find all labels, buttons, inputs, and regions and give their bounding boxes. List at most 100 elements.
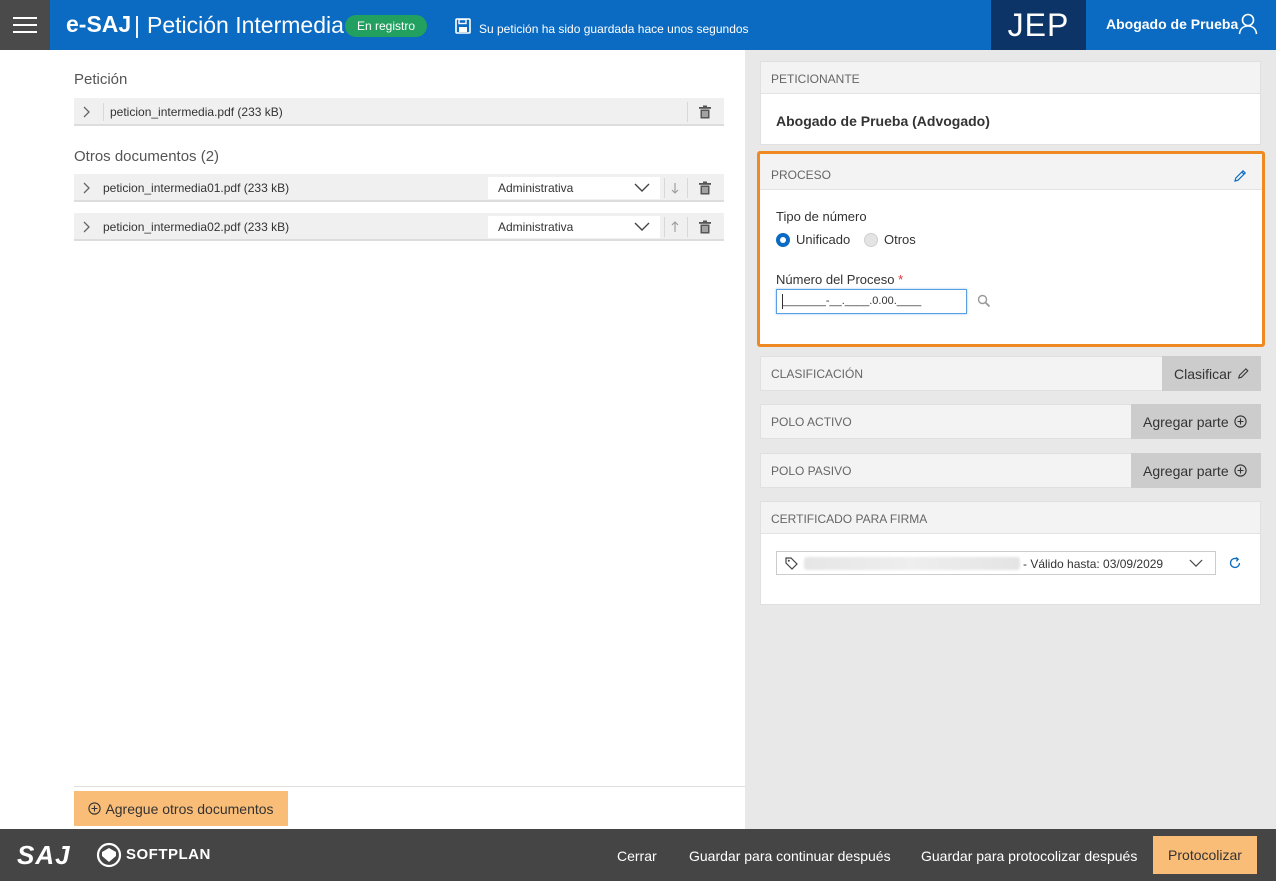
classify-button[interactable]: Clasificar bbox=[1162, 356, 1261, 391]
documents-panel: Petición peticion_intermedia.pdf (233 kB… bbox=[0, 50, 745, 829]
chevron-right-icon[interactable] bbox=[82, 221, 92, 233]
add-party-label: Agregar parte bbox=[1143, 462, 1229, 479]
process-number-label: Número del Proceso * bbox=[776, 272, 903, 287]
menu-line bbox=[13, 24, 37, 26]
classification-header-label: CLASIFICACIÓN bbox=[771, 367, 864, 381]
search-icon[interactable] bbox=[977, 294, 991, 308]
certificate-card: CERTIFICADO PARA FIRMA - Válido hasta: 0… bbox=[760, 501, 1261, 605]
passive-pole-header-label: POLO PASIVO bbox=[771, 464, 852, 478]
title-separator: | bbox=[134, 12, 140, 38]
active-pole-card: POLO ACTIVO Agregar parte bbox=[760, 404, 1261, 439]
floppy-disk-icon bbox=[455, 18, 471, 34]
protocolize-button[interactable]: Protocolizar bbox=[1153, 836, 1257, 874]
chevron-down-icon bbox=[634, 222, 650, 231]
other-document-row[interactable]: peticion_intermedia01.pdf (233 kB) Admin… bbox=[74, 174, 724, 202]
petitioner-header-label: PETICIONANTE bbox=[771, 72, 860, 86]
classification-card: CLASIFICACIÓN Clasificar bbox=[760, 356, 1261, 391]
jep-logo: JEP bbox=[991, 0, 1086, 50]
radio-selected-icon[interactable] bbox=[776, 232, 790, 247]
document-type-select[interactable]: Administrativa bbox=[488, 216, 660, 238]
add-passive-party-button[interactable]: Agregar parte bbox=[1131, 453, 1261, 488]
document-filename[interactable]: peticion_intermedia.pdf (233 kB) bbox=[110, 105, 283, 119]
move-up-icon[interactable] bbox=[670, 221, 680, 233]
classify-button-label: Clasificar bbox=[1174, 365, 1232, 382]
chevron-right-icon[interactable] bbox=[82, 106, 92, 118]
divider bbox=[687, 217, 688, 237]
process-number-label-text: Número del Proceso bbox=[776, 272, 895, 287]
petition-section-title: Petición bbox=[74, 71, 128, 88]
add-documents-button[interactable]: Agregue otros documentos bbox=[74, 791, 288, 826]
save-status-message: Su petición ha sido guardada hace unos s… bbox=[479, 22, 749, 36]
pencil-icon[interactable] bbox=[1233, 169, 1247, 183]
chevron-right-icon[interactable] bbox=[82, 182, 92, 194]
divider bbox=[664, 217, 665, 237]
footer-bar: SAJ SOFTPLAN Cerrar Guardar para continu… bbox=[0, 829, 1276, 881]
process-header-label: PROCESO bbox=[771, 168, 832, 182]
radio-other[interactable]: Otros bbox=[864, 232, 916, 247]
plus-circle-icon bbox=[88, 802, 102, 815]
certificate-header-label: CERTIFICADO PARA FIRMA bbox=[771, 512, 928, 526]
document-type-value: Administrativa bbox=[498, 220, 574, 234]
saj-logo: SAJ bbox=[17, 840, 71, 870]
document-type-select[interactable]: Administrativa bbox=[488, 177, 660, 199]
user-icon[interactable] bbox=[1238, 13, 1258, 35]
radio-unified[interactable]: Unificado bbox=[776, 232, 850, 247]
chevron-down-icon bbox=[634, 183, 650, 192]
radio-other-label: Otros bbox=[884, 232, 916, 247]
save-protocol-button[interactable]: Guardar para protocolizar después bbox=[921, 848, 1137, 864]
process-card: PROCESO Tipo de número Unificado Otros N… bbox=[757, 151, 1265, 347]
menu-line bbox=[13, 31, 37, 33]
petitioner-card: PETICIONANTE Abogado de Prueba (Advogado… bbox=[760, 61, 1261, 145]
divider bbox=[664, 178, 665, 198]
document-filename[interactable]: peticion_intermedia02.pdf (233 kB) bbox=[103, 220, 289, 234]
plus-circle-icon bbox=[1233, 415, 1247, 428]
tag-icon bbox=[785, 557, 798, 570]
process-header: PROCESO bbox=[760, 154, 1262, 190]
other-document-row[interactable]: peticion_intermedia02.pdf (233 kB) Admin… bbox=[74, 213, 724, 241]
user-name[interactable]: Abogado de Prueba bbox=[1106, 16, 1238, 32]
number-type-label: Tipo de número bbox=[776, 209, 867, 224]
menu-line bbox=[13, 17, 37, 19]
passive-pole-card: POLO PASIVO Agregar parte bbox=[760, 453, 1261, 488]
petitioner-name: Abogado de Prueba (Advogado) bbox=[776, 113, 990, 129]
plus-circle-icon bbox=[1233, 464, 1247, 477]
certificate-select[interactable]: - Válido hasta: 03/09/2029 bbox=[776, 551, 1216, 575]
top-bar: e-SAJ | Petición Intermedia En registro … bbox=[0, 0, 1276, 50]
divider bbox=[687, 102, 688, 122]
save-continue-button[interactable]: Guardar para continuar después bbox=[689, 848, 891, 864]
document-type-value: Administrativa bbox=[498, 181, 574, 195]
close-button[interactable]: Cerrar bbox=[617, 848, 657, 864]
softplan-logo: SOFTPLAN bbox=[126, 846, 211, 863]
divider bbox=[687, 178, 688, 198]
certificate-name-blurred bbox=[804, 557, 1020, 570]
process-number-mask: _______-__.____.0.00.____ bbox=[783, 295, 922, 307]
active-pole-header-label: POLO ACTIVO bbox=[771, 415, 852, 429]
other-documents-title: Otros documentos (2) bbox=[74, 148, 220, 165]
radio-unified-label: Unificado bbox=[796, 232, 851, 247]
trash-icon[interactable] bbox=[698, 181, 712, 195]
document-filename[interactable]: peticion_intermedia01.pdf (233 kB) bbox=[103, 181, 289, 195]
hamburger-menu-button[interactable] bbox=[0, 0, 50, 50]
page-title: Petición Intermedia bbox=[147, 12, 344, 38]
required-marker: * bbox=[898, 272, 904, 287]
softplan-logo-icon bbox=[96, 842, 122, 868]
add-active-party-button[interactable]: Agregar parte bbox=[1131, 404, 1261, 439]
refresh-icon[interactable] bbox=[1228, 556, 1242, 570]
radio-unselected-icon[interactable] bbox=[864, 232, 878, 247]
add-party-label: Agregar parte bbox=[1143, 413, 1229, 430]
divider bbox=[103, 103, 104, 121]
chevron-down-icon bbox=[1189, 559, 1203, 567]
trash-icon[interactable] bbox=[698, 105, 712, 119]
process-number-input[interactable]: _______-__.____.0.00.____ bbox=[776, 289, 967, 314]
move-down-icon[interactable] bbox=[670, 182, 680, 194]
divider bbox=[74, 786, 745, 787]
add-documents-label: Agregue otros documentos bbox=[105, 800, 274, 817]
petitioner-header: PETICIONANTE bbox=[761, 62, 1260, 94]
trash-icon[interactable] bbox=[698, 220, 712, 234]
certificate-valid-until: - Válido hasta: 03/09/2029 bbox=[1023, 557, 1164, 571]
status-badge: En registro bbox=[345, 15, 428, 37]
petition-document-row[interactable]: peticion_intermedia.pdf (233 kB) bbox=[74, 98, 724, 126]
certificate-header: CERTIFICADO PARA FIRMA bbox=[761, 502, 1260, 534]
app-brand: e-SAJ bbox=[66, 11, 132, 37]
pencil-icon bbox=[1237, 368, 1249, 379]
